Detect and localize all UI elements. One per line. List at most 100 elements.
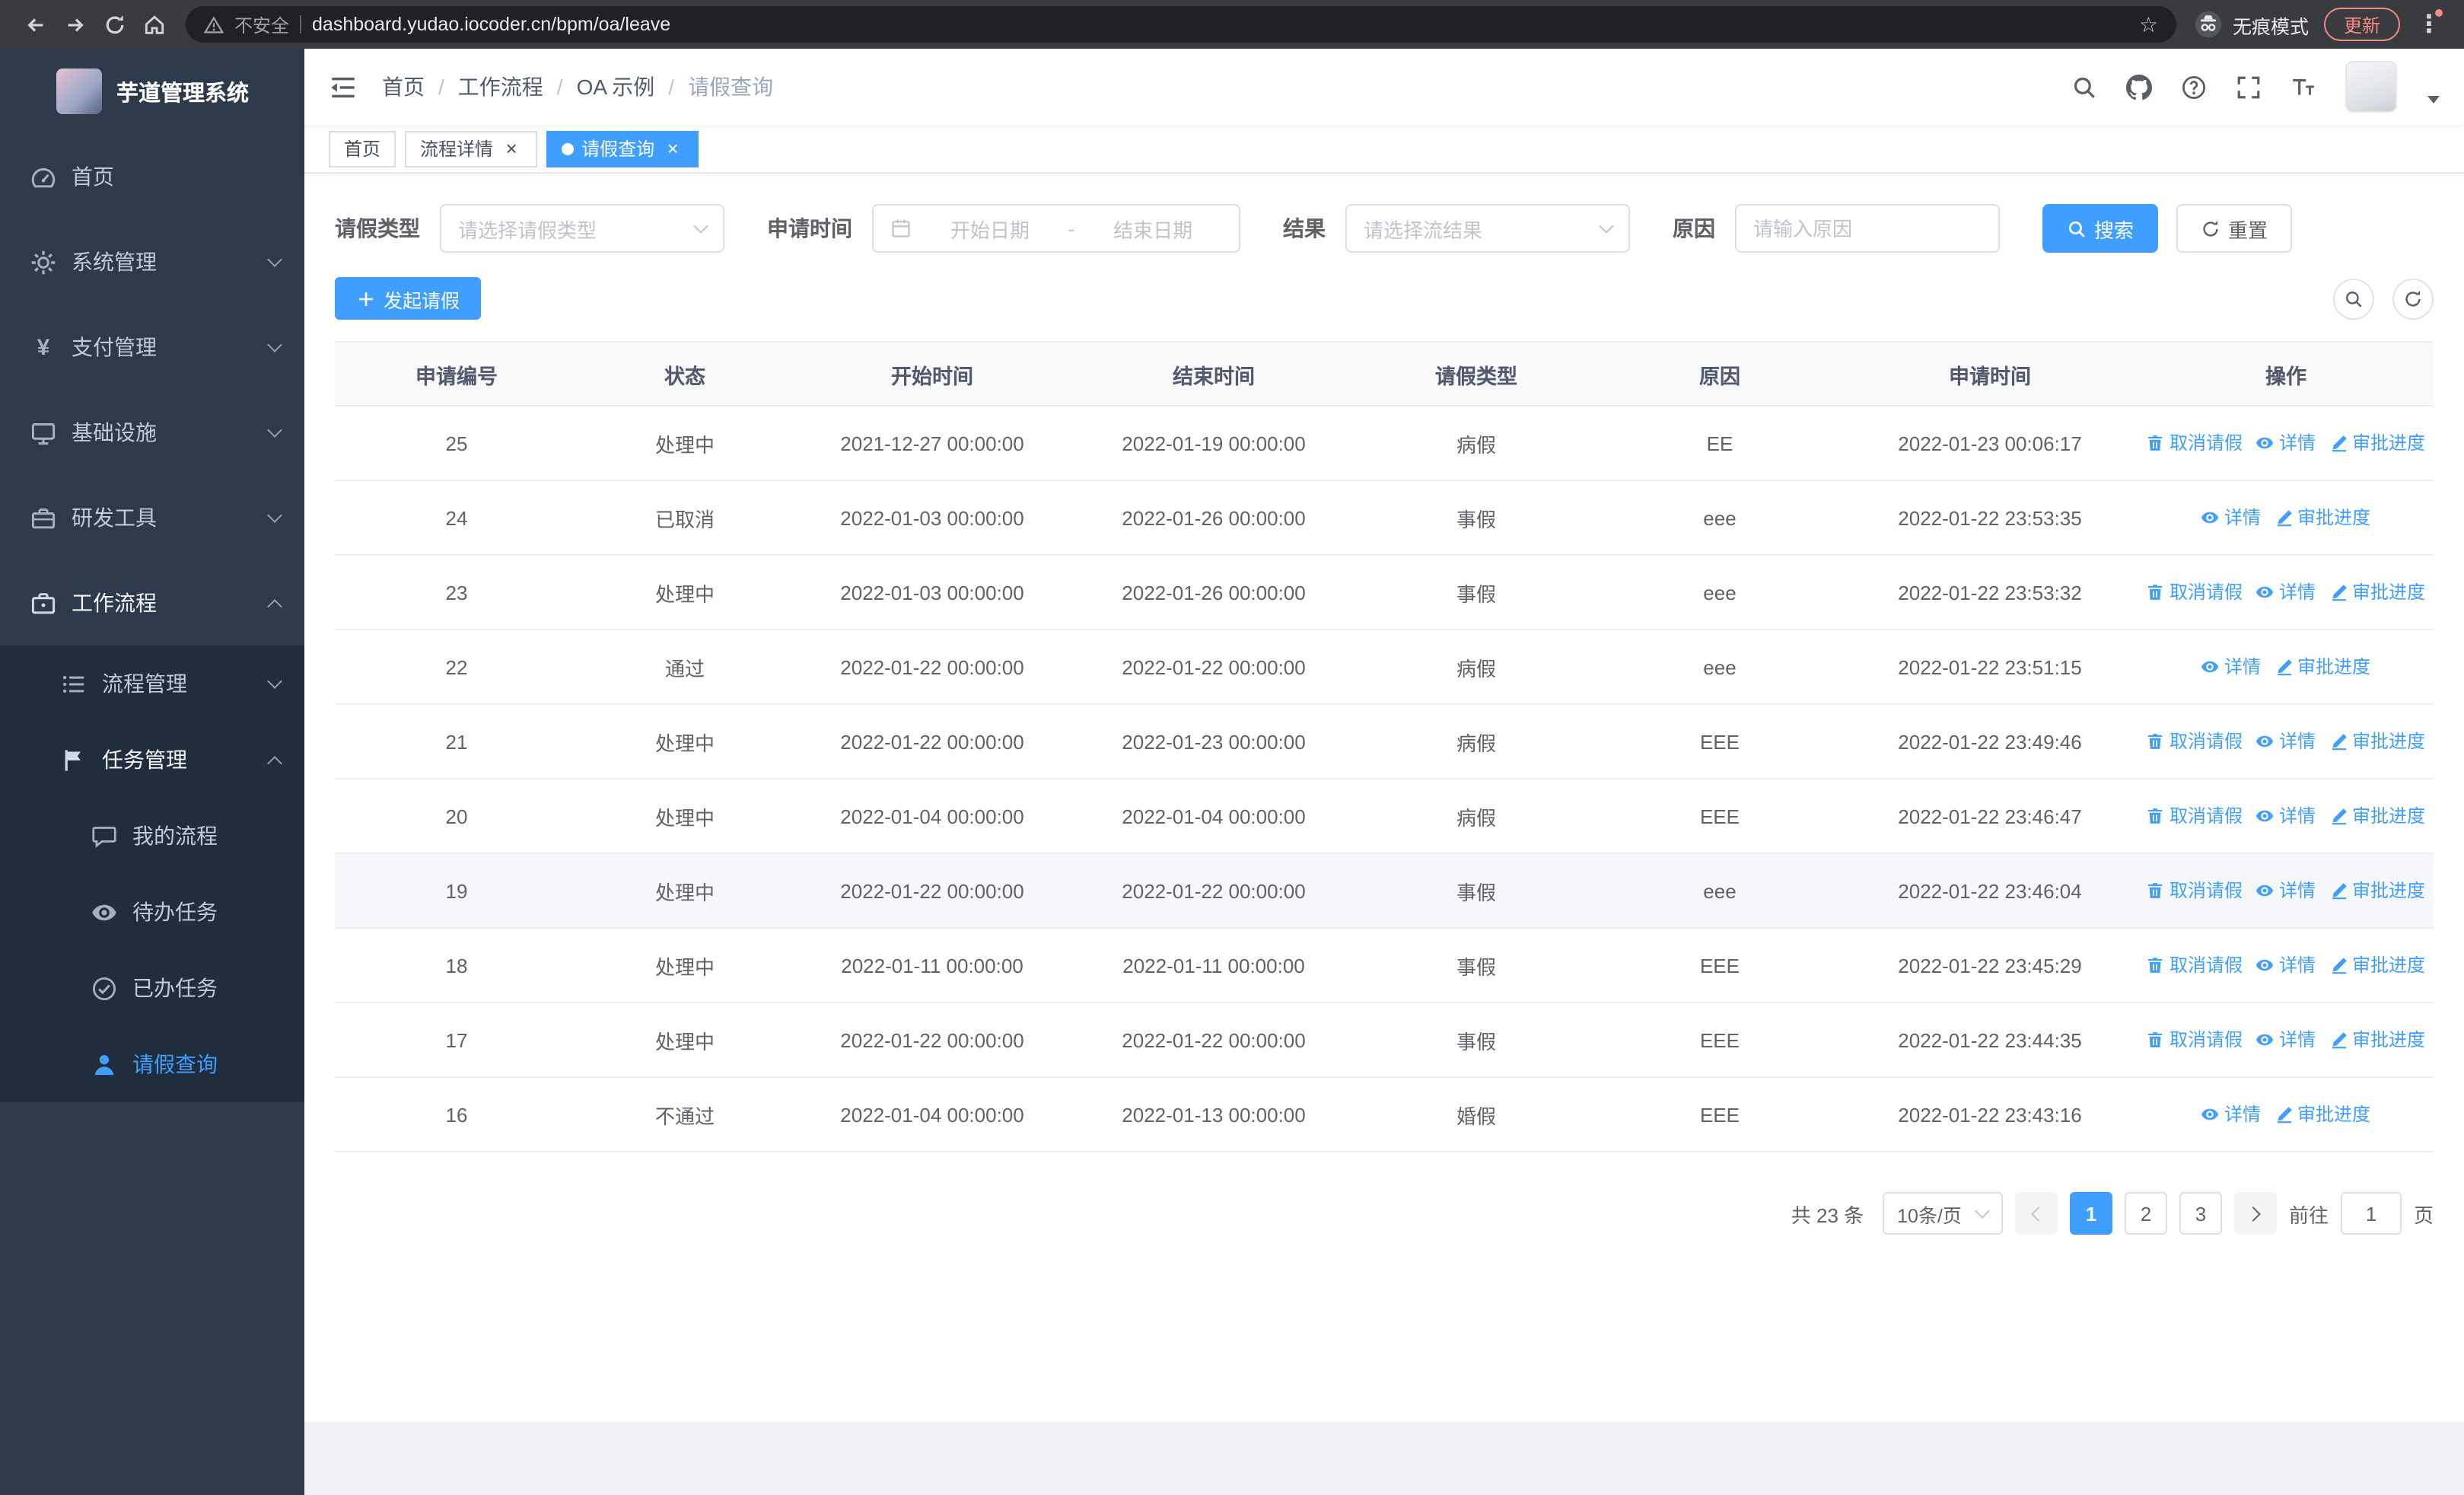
sidebar-item-task-management[interactable]: 任务管理: [0, 722, 304, 798]
op-detail-link[interactable]: 详情: [2201, 654, 2261, 680]
op-detail-link[interactable]: 详情: [2256, 728, 2316, 754]
close-icon[interactable]: ×: [662, 138, 683, 159]
op-detail-link[interactable]: 详情: [2201, 505, 2261, 531]
bookmark-star-icon[interactable]: ☆: [2139, 14, 2158, 35]
op-progress-link[interactable]: 审批进度: [2329, 430, 2425, 456]
reason-input[interactable]: [1735, 204, 2000, 253]
op-progress-link[interactable]: 审批进度: [2275, 1101, 2370, 1127]
close-icon[interactable]: ×: [501, 138, 522, 159]
op-progress-link[interactable]: 审批进度: [2329, 728, 2425, 754]
browser-refresh-icon[interactable]: [94, 5, 134, 44]
op-cancel-link[interactable]: 取消请假: [2147, 878, 2243, 904]
refresh-table-button[interactable]: [2392, 278, 2434, 319]
update-button[interactable]: 更新: [2323, 8, 2400, 41]
sidebar-item-process-management[interactable]: 流程管理: [0, 645, 304, 722]
browser-forward-icon[interactable]: [55, 5, 94, 44]
op-progress-link[interactable]: 审批进度: [2329, 579, 2425, 605]
plus-icon: [356, 288, 376, 308]
browser-back-icon[interactable]: [15, 5, 55, 44]
pagination-prev-button[interactable]: [2014, 1192, 2058, 1235]
toggle-search-button[interactable]: [2333, 278, 2374, 319]
sidebar-item-my-process[interactable]: 我的流程: [0, 798, 304, 874]
table-row[interactable]: 20 处理中 2022-01-04 00:00:00 2022-01-04 00…: [335, 779, 2434, 854]
fullscreen-icon[interactable]: [2236, 74, 2262, 100]
tab-process-detail[interactable]: 流程详情 ×: [405, 130, 538, 167]
column-header: 原因: [1598, 341, 1842, 406]
pagination-page-2[interactable]: 2: [2124, 1192, 2167, 1235]
table-row[interactable]: 21 处理中 2022-01-22 00:00:00 2022-01-23 00…: [335, 704, 2434, 779]
op-detail-link[interactable]: 详情: [2256, 878, 2316, 904]
create-leave-button[interactable]: 发起请假: [335, 277, 482, 320]
sidebar-item-workflow[interactable]: 工作流程: [0, 560, 304, 645]
op-cancel-link[interactable]: 取消请假: [2147, 728, 2243, 754]
font-size-icon[interactable]: [2291, 74, 2316, 100]
pagination-page-3[interactable]: 3: [2179, 1192, 2222, 1235]
op-cancel-link[interactable]: 取消请假: [2147, 579, 2243, 605]
page-size-select[interactable]: 10条/页: [1882, 1192, 2003, 1235]
help-icon[interactable]: [2181, 74, 2207, 100]
sidebar-item-payment[interactable]: ¥ 支付管理: [0, 304, 304, 390]
search-button[interactable]: 搜索: [2042, 204, 2159, 253]
tab-leave-query[interactable]: 请假查询 ×: [546, 130, 699, 167]
table-row[interactable]: 19 处理中 2022-01-22 00:00:00 2022-01-22 00…: [335, 853, 2434, 929]
app-logo[interactable]: 芋道管理系统: [0, 49, 304, 134]
browser-home-icon[interactable]: [134, 5, 173, 44]
sidebar-item-leave-query[interactable]: 请假查询: [0, 1026, 304, 1102]
breadcrumb-item[interactable]: 首页: [382, 72, 425, 102]
url-text[interactable]: dashboard.yudao.iocoder.cn/bpm/oa/leave: [312, 14, 2128, 35]
op-progress-link[interactable]: 审批进度: [2275, 505, 2370, 531]
op-cancel-link[interactable]: 取消请假: [2147, 952, 2243, 978]
range-separator: -: [1068, 217, 1075, 240]
cell-end-time: 2022-01-22 00:00:00: [1073, 630, 1355, 705]
cell-operations: 取消请假 详情 审批进度: [2138, 1003, 2434, 1078]
op-detail-link[interactable]: 详情: [2256, 430, 2316, 456]
op-progress-link[interactable]: 审批进度: [2329, 1027, 2425, 1053]
breadcrumb-item[interactable]: 工作流程: [458, 72, 543, 102]
caret-down-icon[interactable]: [2427, 96, 2440, 104]
pagination-next-button[interactable]: [2233, 1192, 2277, 1235]
op-label: 详情: [2224, 1104, 2261, 1126]
date-range-input[interactable]: 开始日期 - 结束日期: [872, 204, 1240, 253]
table-row[interactable]: 22 通过 2022-01-22 00:00:00 2022-01-22 00:…: [335, 630, 2434, 705]
op-detail-link[interactable]: 详情: [2256, 1027, 2316, 1053]
op-detail-link[interactable]: 详情: [2256, 579, 2316, 605]
goto-page-input[interactable]: [2340, 1192, 2402, 1235]
result-select[interactable]: 请选择流结果: [1345, 204, 1630, 253]
op-cancel-link[interactable]: 取消请假: [2147, 1027, 2243, 1053]
op-cancel-link[interactable]: 取消请假: [2147, 803, 2243, 829]
table-row[interactable]: 25 处理中 2021-12-27 00:00:00 2022-01-19 00…: [335, 406, 2434, 481]
op-detail-link[interactable]: 详情: [2201, 1101, 2261, 1127]
table-row[interactable]: 16 不通过 2022-01-04 00:00:00 2022-01-13 00…: [335, 1077, 2434, 1152]
table-row[interactable]: 18 处理中 2022-01-11 00:00:00 2022-01-11 00…: [335, 928, 2434, 1003]
sidebar-item-system[interactable]: 系统管理: [0, 219, 304, 304]
pagination-page-1[interactable]: 1: [2069, 1192, 2112, 1235]
browser-menu-icon[interactable]: ⋮: [2409, 5, 2449, 44]
main-area: 首页 / 工作流程 / OA 示例 / 请假查询 首页 流程详情 × 请假查询 …: [304, 49, 2464, 1495]
table-row[interactable]: 24 已取消 2022-01-03 00:00:00 2022-01-26 00…: [335, 480, 2434, 556]
breadcrumb-item[interactable]: OA 示例: [577, 72, 655, 102]
table-row[interactable]: 17 处理中 2022-01-22 00:00:00 2022-01-22 00…: [335, 1003, 2434, 1078]
reset-button[interactable]: 重置: [2176, 204, 2293, 253]
leave-type-select[interactable]: 请选择请假类型: [440, 204, 724, 253]
github-icon[interactable]: [2126, 74, 2152, 100]
op-cancel-link[interactable]: 取消请假: [2147, 430, 2243, 456]
op-progress-link[interactable]: 审批进度: [2329, 803, 2425, 829]
op-progress-link[interactable]: 审批进度: [2275, 654, 2370, 680]
security-warning-label[interactable]: 不安全: [234, 11, 289, 37]
sidebar-item-devtools[interactable]: 研发工具: [0, 475, 304, 560]
tab-home[interactable]: 首页: [329, 130, 396, 167]
sidebar-item-done-tasks[interactable]: 已办任务: [0, 950, 304, 1026]
cell-reason: eee: [1598, 630, 1842, 705]
sidebar-item-home[interactable]: 首页: [0, 134, 304, 219]
op-detail-link[interactable]: 详情: [2256, 952, 2316, 978]
op-progress-link[interactable]: 审批进度: [2329, 878, 2425, 904]
search-icon[interactable]: [2071, 74, 2097, 100]
op-progress-link[interactable]: 审批进度: [2329, 952, 2425, 978]
sidebar-item-todo-tasks[interactable]: 待办任务: [0, 874, 304, 950]
sidebar-item-infrastructure[interactable]: 基础设施: [0, 390, 304, 475]
op-detail-link[interactable]: 详情: [2256, 803, 2316, 829]
table-row[interactable]: 23 处理中 2022-01-03 00:00:00 2022-01-26 00…: [335, 555, 2434, 630]
address-bar[interactable]: 不安全 dashboard.yudao.iocoder.cn/bpm/oa/le…: [186, 6, 2176, 43]
collapse-sidebar-icon[interactable]: [329, 72, 358, 101]
user-avatar[interactable]: [2345, 61, 2397, 113]
